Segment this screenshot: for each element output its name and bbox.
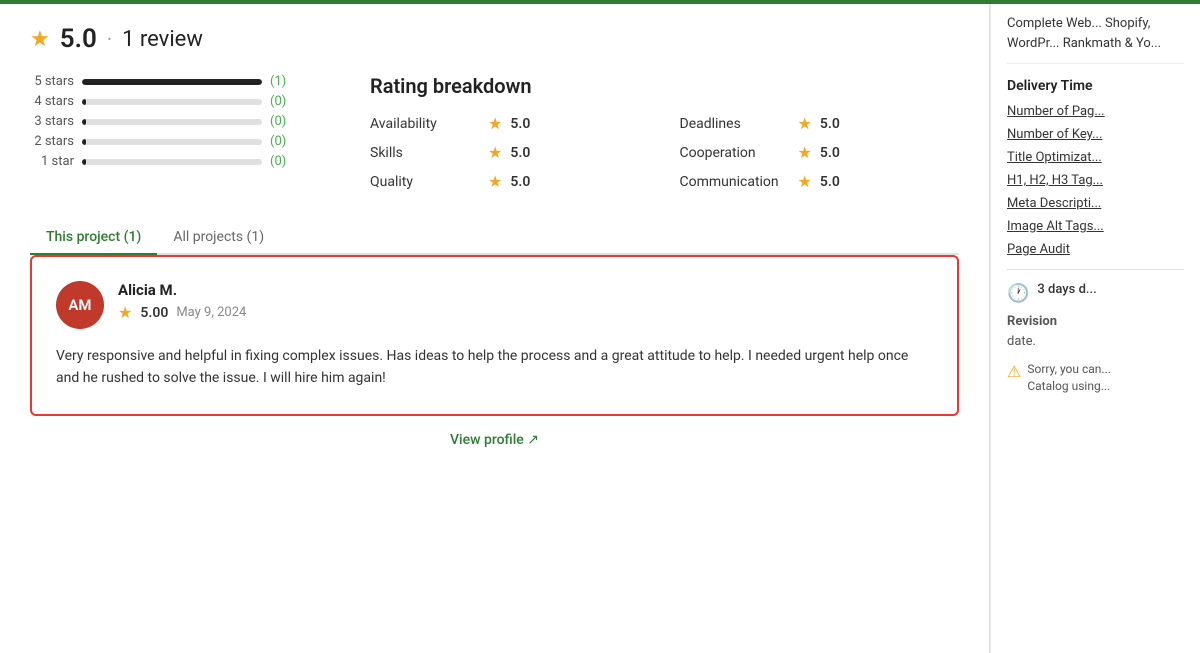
sidebar-link-title[interactable]: Title Optimizat...	[1007, 150, 1184, 165]
star-bar-2	[82, 139, 262, 145]
top-bar	[0, 0, 1200, 4]
score-availability: 5.0	[510, 116, 530, 132]
rating-details: Rating breakdown Availability ★ 5.0 Dead…	[370, 74, 959, 191]
reviewer-score: 5.00	[140, 305, 168, 321]
sidebar-link-keywords[interactable]: Number of Key...	[1007, 127, 1184, 142]
reviewer-star-icon: ★	[118, 303, 132, 322]
avatar: AM	[56, 281, 104, 329]
review-card: AM Alicia M. ★ 5.00 May 9, 2024 Very res…	[30, 255, 959, 416]
rating-score: 5.0	[60, 24, 97, 54]
star-count-4: (0)	[270, 94, 290, 109]
rating-skills: Skills ★ 5.0	[370, 143, 650, 162]
star-row-3: 3 stars (0)	[30, 114, 330, 129]
star-label-1: 1 star	[30, 154, 74, 169]
sidebar-link-meta[interactable]: Meta Descripti...	[1007, 196, 1184, 211]
rating-label-deadlines: Deadlines	[680, 116, 790, 132]
rating-label-communication: Communication	[680, 174, 790, 190]
star-count-3: (0)	[270, 114, 290, 129]
rating-label-quality: Quality	[370, 174, 480, 190]
rating-deadlines: Deadlines ★ 5.0	[680, 114, 960, 133]
star-icon-availability: ★	[488, 114, 502, 133]
reviewer-header: AM Alicia M. ★ 5.00 May 9, 2024	[56, 281, 933, 329]
rating-label-skills: Skills	[370, 145, 480, 161]
clock-icon: 🕐	[1007, 283, 1029, 304]
rating-separator: ·	[107, 27, 112, 51]
score-quality: 5.0	[510, 174, 530, 190]
star-count-5: (1)	[270, 74, 290, 89]
reviewer-rating-row: ★ 5.00 May 9, 2024	[118, 303, 246, 322]
sidebar-link-page-audit[interactable]: Page Audit	[1007, 242, 1184, 257]
reviewer-name: Alicia M.	[118, 281, 246, 299]
warning-icon: ⚠	[1007, 362, 1021, 381]
star-label-2: 2 stars	[30, 134, 74, 149]
star-icon-skills: ★	[488, 143, 502, 162]
sidebar-divider-1	[1007, 269, 1184, 270]
rating-quality: Quality ★ 5.0	[370, 172, 650, 191]
reviewer-info: Alicia M. ★ 5.00 May 9, 2024	[118, 281, 246, 322]
star-row-1: 1 star (0)	[30, 154, 330, 169]
star-row-5: 5 stars (1)	[30, 74, 330, 89]
sidebar-link-pages[interactable]: Number of Pag...	[1007, 104, 1184, 119]
sidebar-description: Complete Web... Shopify, WordPr... Rankm…	[1007, 14, 1184, 64]
warning-text: Sorry, you can...Catalog using...	[1027, 361, 1111, 395]
tab-this-project[interactable]: This project (1)	[30, 221, 157, 255]
star-label-4: 4 stars	[30, 94, 74, 109]
star-bar-5	[82, 79, 262, 85]
star-icon-cooperation: ★	[798, 143, 812, 162]
warning-section: ⚠ Sorry, you can...Catalog using...	[1007, 361, 1184, 395]
star-icon-communication: ★	[798, 172, 812, 191]
view-profile-row: View profile ↗	[30, 416, 959, 456]
rating-cooperation: Cooperation ★ 5.0	[680, 143, 960, 162]
rating-label-cooperation: Cooperation	[680, 145, 790, 161]
star-bar-4	[82, 99, 262, 105]
star-count-2: (0)	[270, 134, 290, 149]
rating-section: 5 stars (1) 4 stars (0) 3 stars	[30, 74, 959, 191]
star-bar-1	[82, 159, 262, 165]
star-label-5: 5 stars	[30, 74, 74, 89]
delivery-section: 🕐 3 days d...	[1007, 282, 1184, 304]
score-communication: 5.0	[820, 174, 840, 190]
star-icon-quality: ★	[488, 172, 502, 191]
sidebar-link-alt[interactable]: Image Alt Tags...	[1007, 219, 1184, 234]
reviews-tabs: This project (1) All projects (1)	[30, 221, 959, 255]
score-skills: 5.0	[510, 145, 530, 161]
star-bar-3	[82, 119, 262, 125]
star-fill-4	[82, 99, 86, 105]
tab-all-projects[interactable]: All projects (1)	[157, 221, 280, 255]
reviewer-date: May 9, 2024	[176, 305, 246, 320]
star-icon: ★	[30, 27, 50, 52]
star-icon-deadlines: ★	[798, 114, 812, 133]
star-row-2: 2 stars (0)	[30, 134, 330, 149]
rating-availability: Availability ★ 5.0	[370, 114, 650, 133]
rating-header: ★ 5.0 · 1 review	[30, 24, 959, 54]
star-count-1: (0)	[270, 154, 290, 169]
rating-grid: Availability ★ 5.0 Deadlines ★ 5.0 Skill…	[370, 114, 959, 191]
review-text: Very responsive and helpful in fixing co…	[56, 345, 933, 390]
rating-label-availability: Availability	[370, 116, 480, 132]
sidebar-link-h1h2h3[interactable]: H1, H2, H3 Tag...	[1007, 173, 1184, 188]
score-cooperation: 5.0	[820, 145, 840, 161]
score-deadlines: 5.0	[820, 116, 840, 132]
star-fill-3	[82, 119, 86, 125]
stars-breakdown: 5 stars (1) 4 stars (0) 3 stars	[30, 74, 330, 191]
review-count: 1 review	[122, 27, 203, 52]
delivery-time-heading: Delivery Time	[1007, 78, 1184, 94]
star-label-3: 3 stars	[30, 114, 74, 129]
delivery-days: 3 days d...	[1037, 282, 1096, 297]
sidebar: Complete Web... Shopify, WordPr... Rankm…	[990, 4, 1200, 653]
star-fill-2	[82, 139, 86, 145]
star-fill-1	[82, 159, 86, 165]
star-row-4: 4 stars (0)	[30, 94, 330, 109]
revision-text: Revisiondate.	[1007, 312, 1184, 351]
rating-communication: Communication ★ 5.0	[680, 172, 960, 191]
star-fill-5	[82, 79, 262, 85]
view-profile-link[interactable]: View profile ↗	[450, 432, 539, 448]
rating-breakdown-heading: Rating breakdown	[370, 74, 959, 98]
